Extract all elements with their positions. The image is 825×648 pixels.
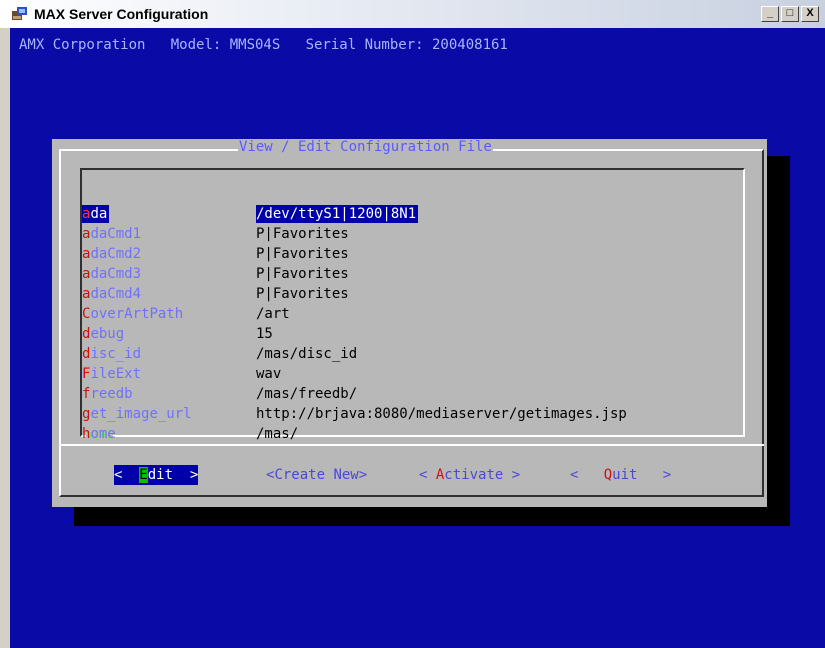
dialog-title: View / Edit Configuration File: [238, 139, 493, 155]
window-controls: _ □ X: [761, 6, 819, 22]
entry-key-rest: daCmd1: [90, 226, 142, 242]
close-button[interactable]: X: [801, 6, 819, 22]
entry-key: adaCmd3: [82, 265, 141, 283]
entry-key-rest: et_image_url: [90, 406, 192, 422]
entry-key-rest: ileExt: [90, 366, 142, 382]
button-divider: [59, 444, 764, 446]
entry-key: get_image_url: [82, 405, 192, 423]
entry-key-rest: overArtPath: [90, 306, 184, 322]
app-icon: [12, 7, 27, 20]
quit-button[interactable]: < Quit >: [570, 465, 671, 485]
maximize-button[interactable]: □: [781, 6, 799, 22]
entry-value: /mas/disc_id: [256, 346, 358, 362]
button-bar: < Edit > <Create New> < Activate > < Qui…: [114, 465, 671, 485]
entry-key: adaCmd4: [82, 285, 141, 303]
minimize-button[interactable]: _: [761, 6, 779, 22]
entry-value: wav: [256, 366, 282, 382]
window-title: MAX Server Configuration: [34, 6, 209, 22]
header-line: AMX Corporation Model: MMS04S Serial Num…: [19, 37, 508, 53]
entry-value: /mas/: [256, 426, 299, 442]
entry-value: http://brjava:8080/mediaserver/getimages…: [256, 406, 627, 422]
entry-key: adaCmd2: [82, 245, 141, 263]
activate-button[interactable]: < Activate >: [419, 465, 520, 485]
edit-button[interactable]: < Edit >: [114, 465, 199, 485]
entry-key-rest: daCmd4: [90, 286, 142, 302]
terminal-screen: AMX Corporation Model: MMS04S Serial Num…: [10, 28, 825, 648]
entry-value: 15: [256, 326, 273, 342]
entry-key-rest: daCmd2: [90, 246, 142, 262]
entry-key-rest: ebug: [90, 326, 125, 342]
entry-key: freedb: [82, 385, 133, 403]
entry-value: /mas/freedb/: [256, 386, 358, 402]
entry-key: disc_id: [82, 345, 141, 363]
entry-key-rest: da: [90, 206, 108, 222]
entry-key-rest: isc_id: [90, 346, 142, 362]
entry-key: FileExt: [82, 365, 141, 383]
entry-value: P|Favorites: [256, 226, 349, 242]
entry-key-rest: daCmd3: [90, 266, 142, 282]
create-new-button[interactable]: <Create New>: [266, 465, 367, 485]
config-dialog: View / Edit Configuration File v(+) < Ed…: [52, 139, 767, 507]
entry-key: ada: [82, 205, 110, 223]
entry-key-rest: reedb: [90, 386, 133, 402]
entry-value: /dev/ttyS1|1200|8N1: [256, 205, 419, 223]
entry-value: P|Favorites: [256, 266, 349, 282]
entry-key: debug: [82, 325, 124, 343]
entry-value: P|Favorites: [256, 246, 349, 262]
title-bar: MAX Server Configuration _ □ X: [0, 0, 825, 28]
entry-key: home: [82, 425, 116, 443]
entry-key: adaCmd1: [82, 225, 141, 243]
entry-key: CoverArtPath: [82, 305, 183, 323]
entry-value: P|Favorites: [256, 286, 349, 302]
entry-value: /art: [256, 306, 290, 322]
entry-key-rest: ome: [90, 426, 116, 442]
